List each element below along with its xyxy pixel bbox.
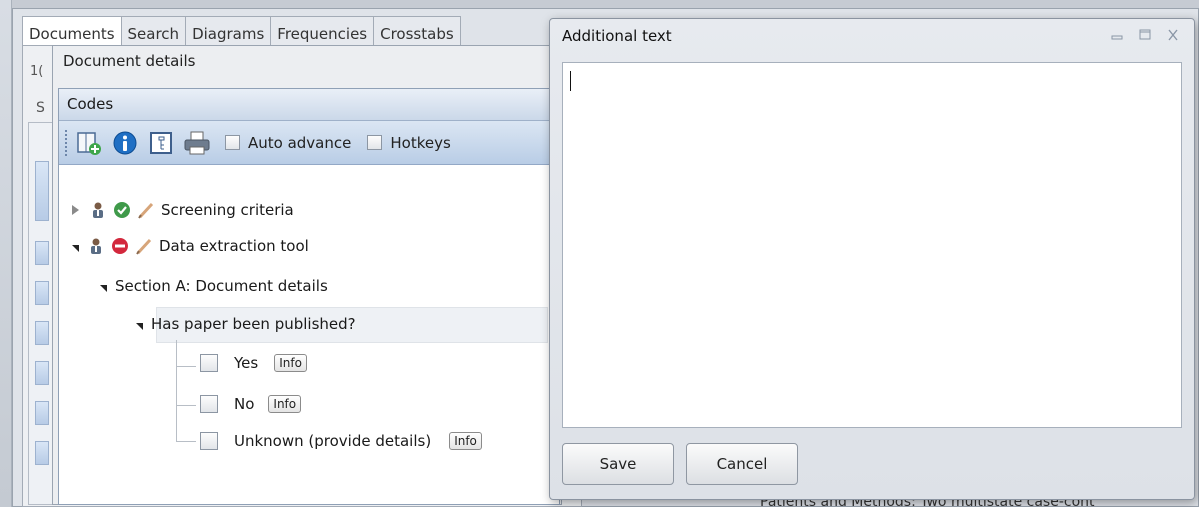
user-icon	[91, 238, 101, 254]
minimize-button[interactable]	[1108, 27, 1126, 43]
print-button[interactable]	[183, 129, 211, 157]
maximize-icon	[1139, 29, 1151, 40]
properties-icon	[150, 131, 172, 154]
text-caret	[570, 71, 571, 91]
add-code-icon	[77, 131, 101, 155]
info-button[interactable]: Info	[449, 432, 482, 450]
tab-diagrams[interactable]: Diagrams	[185, 16, 272, 46]
tree-connector	[176, 405, 196, 406]
option-checkbox[interactable]	[200, 395, 218, 413]
collapse-arrow-icon[interactable]	[72, 244, 79, 252]
tree-connector	[176, 340, 177, 441]
info-icon	[113, 131, 137, 154]
collapse-arrow-icon[interactable]	[136, 322, 143, 330]
cancel-button[interactable]: Cancel	[686, 443, 798, 485]
save-button[interactable]: Save	[562, 443, 674, 485]
row-selector[interactable]	[35, 241, 49, 265]
maximize-button[interactable]	[1136, 27, 1154, 43]
tab-documents[interactable]: Documents	[22, 16, 122, 46]
codes-toolbar: Auto advance Hotkeys	[59, 121, 559, 165]
tree-option-yes[interactable]: Yes Info	[200, 354, 307, 372]
tree-connector	[176, 366, 196, 367]
tab-frequencies[interactable]: Frequencies	[270, 16, 375, 46]
additional-text-dialog: Additional text Save Cancel	[549, 18, 1195, 500]
hotkeys-option[interactable]: Hotkeys	[367, 133, 451, 152]
option-label: Unknown (provide details)	[234, 432, 432, 450]
row-selector[interactable]	[35, 361, 49, 385]
properties-button[interactable]	[147, 129, 175, 157]
tree-label-section-a: Section A: Document details	[115, 277, 328, 295]
tree-label-data-extraction-tool: Data extraction tool	[159, 237, 309, 255]
tree-node-data-extraction-tool[interactable]: Data extraction tool	[72, 237, 309, 255]
info-button[interactable]: Info	[274, 354, 307, 372]
window-controls	[1108, 27, 1182, 43]
option-checkbox[interactable]	[200, 354, 218, 372]
pencil-icon	[136, 238, 152, 255]
document-list-column	[28, 122, 54, 505]
tree-option-no[interactable]: No Info	[200, 395, 302, 413]
pencil-icon	[138, 202, 154, 219]
partial-label: S	[36, 100, 45, 116]
tree-option-unknown[interactable]: Unknown (provide details) Info	[200, 432, 482, 450]
document-details-title: Document details	[63, 52, 196, 70]
minimize-icon	[1111, 35, 1123, 40]
stop-status-icon	[112, 238, 128, 254]
row-selector[interactable]	[35, 441, 49, 465]
info-button[interactable]: Info	[268, 395, 302, 413]
auto-advance-checkbox[interactable]	[225, 135, 240, 150]
partial-label: 1(	[30, 64, 44, 79]
hotkeys-label: Hotkeys	[390, 133, 451, 152]
close-icon	[1168, 29, 1178, 41]
user-icon	[93, 202, 103, 218]
codes-title: Codes	[67, 95, 114, 113]
main-tabs: Documents Search Diagrams Frequencies Cr…	[22, 16, 461, 46]
row-selector[interactable]	[35, 321, 49, 345]
collapse-arrow-icon[interactable]	[100, 284, 107, 292]
tab-crosstabs[interactable]: Crosstabs	[373, 16, 461, 46]
tree-label-question: Has paper been published?	[151, 315, 356, 333]
auto-advance-label: Auto advance	[248, 133, 352, 152]
print-icon	[184, 131, 210, 154]
add-code-button[interactable]	[75, 129, 103, 157]
hotkeys-checkbox[interactable]	[367, 135, 383, 150]
expand-arrow-icon[interactable]	[72, 205, 79, 215]
tree-connector	[176, 441, 196, 442]
row-selector[interactable]	[35, 281, 49, 305]
tree-node-screening-criteria[interactable]: Screening criteria	[72, 201, 294, 219]
codes-header: Codes	[59, 89, 559, 121]
tree-node-section-a[interactable]: Section A: Document details	[100, 277, 328, 295]
outer-window-border	[0, 0, 12, 507]
auto-advance-option[interactable]: Auto advance	[225, 134, 351, 152]
close-button[interactable]	[1164, 27, 1182, 43]
option-checkbox[interactable]	[200, 432, 218, 450]
info-button[interactable]	[111, 129, 139, 157]
tree-node-question[interactable]: Has paper been published?	[136, 315, 356, 333]
tab-search[interactable]: Search	[120, 16, 187, 46]
dialog-title: Additional text	[562, 27, 672, 45]
additional-text-input[interactable]	[562, 62, 1182, 428]
option-label: Yes	[234, 354, 259, 372]
row-selector[interactable]	[35, 401, 49, 425]
toolbar-grip-icon[interactable]	[65, 129, 69, 156]
tree-label-screening-criteria: Screening criteria	[161, 201, 294, 219]
check-status-icon	[114, 202, 130, 218]
option-label: No	[234, 395, 255, 413]
row-selector[interactable]	[35, 161, 49, 221]
